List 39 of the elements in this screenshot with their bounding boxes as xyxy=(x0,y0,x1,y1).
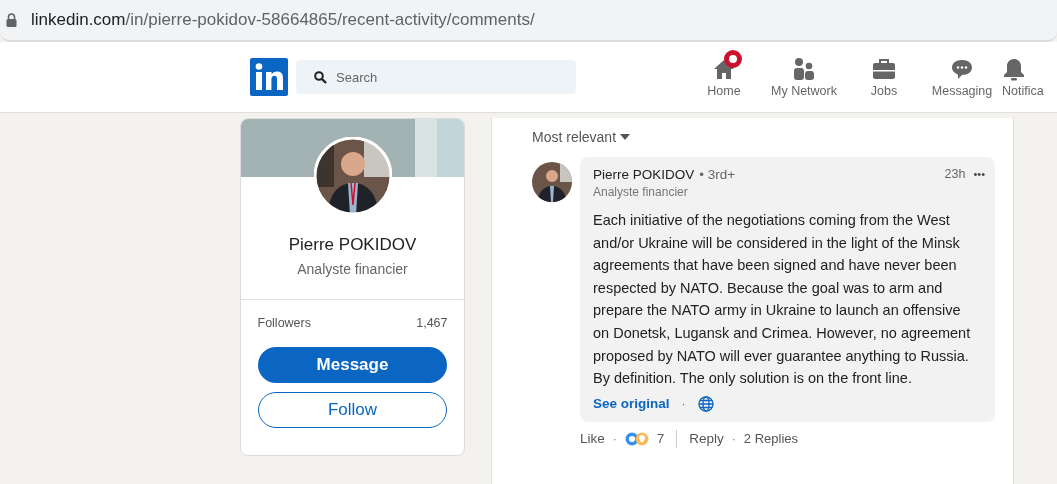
separator-dot: · xyxy=(681,396,686,411)
comment-text: Each initiative of the negotiations coming from the West and/or Ukraine will be considered in the light of the Minsk agreements that have been signed and have never been respected by NATO. Because the goal was to arm and prepare the NATO army in Ukraine to launch an offensive on Donetsk, Lugansk and Crimea. However, no agreement proposed by NATO will ever guarantee anything to Russia. By definition. The only solution is on the front line. xyxy=(593,211,972,389)
url-text: linkedin.com/in/pierre-pokidov-58664865/recent-activity/comments/ xyxy=(31,10,535,30)
lock-icon xyxy=(6,13,17,27)
linkedin-logo[interactable] xyxy=(250,58,288,96)
caret-icon xyxy=(620,134,631,140)
author-name[interactable]: Pierre POKIDOV xyxy=(593,167,695,182)
message-button[interactable]: Message xyxy=(258,347,447,383)
follow-button[interactable]: Follow xyxy=(258,392,447,428)
timestamp: 23h xyxy=(944,167,966,181)
stat-label: Followers xyxy=(257,316,311,330)
replies-link[interactable]: 2 Replies xyxy=(743,431,798,447)
sort-dropdown[interactable]: Most relevant xyxy=(532,129,1013,145)
nav-item[interactable]: Notifica xyxy=(1002,42,1044,112)
people-icon xyxy=(792,56,816,81)
address-bar[interactable]: linkedin.com/in/pierre-pokidov-58664865/recent-activity/comments/ xyxy=(0,0,1057,42)
search-field[interactable]: Search xyxy=(296,60,576,94)
reply-button[interactable]: Reply xyxy=(689,431,724,447)
reaction-count[interactable]: 7 xyxy=(656,431,665,447)
more-options-button[interactable]: ••• xyxy=(973,167,985,181)
profile-name[interactable]: Pierre POKIDOV xyxy=(288,235,417,255)
search-icon xyxy=(314,71,327,84)
bell-icon xyxy=(1002,56,1026,81)
like-button[interactable]: Like xyxy=(580,431,605,447)
nav-item[interactable]: Home xyxy=(688,42,760,112)
globe-icon xyxy=(697,395,714,412)
connection-degree: • 3rd+ xyxy=(699,167,736,182)
nav-item[interactable]: Messaging xyxy=(922,42,1002,112)
author-headline: Analyste financier xyxy=(593,185,689,199)
separator-dot: · xyxy=(731,431,736,446)
separator-dot: · xyxy=(612,431,617,446)
nav-item[interactable]: My Network xyxy=(760,42,848,112)
briefcase-icon xyxy=(872,56,896,81)
reaction-icon xyxy=(634,431,649,446)
see-original-link[interactable]: See original xyxy=(593,396,670,412)
profile-headline: Analyste financier xyxy=(297,261,408,277)
notification-badge xyxy=(724,49,742,68)
stat-value: 1,467 xyxy=(416,316,448,330)
nav-item[interactable]: Jobs xyxy=(848,42,920,112)
